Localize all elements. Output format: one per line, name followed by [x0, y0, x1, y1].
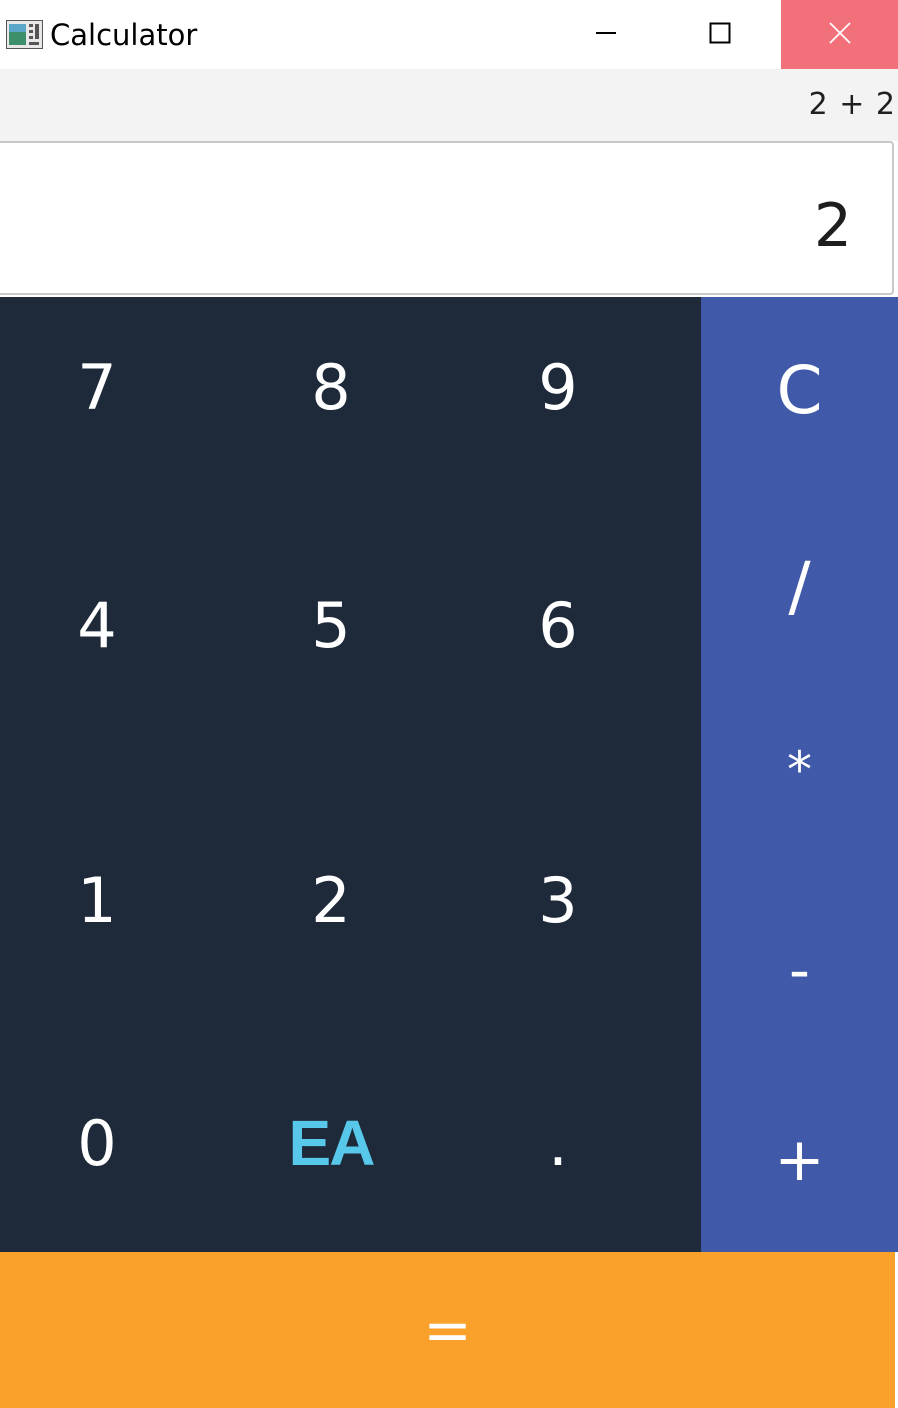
title-bar: Calculator — [0, 0, 898, 69]
calculator-app-icon — [6, 20, 43, 49]
operator-column: C / * - + — [701, 297, 898, 1252]
key-ea-logo[interactable]: EA — [214, 1053, 448, 1233]
close-button[interactable] — [781, 0, 898, 69]
divide-button[interactable]: / — [701, 493, 898, 679]
key-6[interactable]: 6 — [441, 535, 675, 715]
equals-button[interactable]: = — [0, 1252, 895, 1408]
key-7[interactable]: 7 — [0, 297, 214, 477]
key-2[interactable]: 2 — [214, 810, 448, 990]
minimize-button[interactable] — [560, 0, 652, 69]
subtract-button[interactable]: - — [701, 877, 898, 1063]
key-0[interactable]: 0 — [0, 1053, 214, 1233]
key-4[interactable]: 4 — [0, 535, 214, 715]
key-8[interactable]: 8 — [214, 297, 448, 477]
key-3[interactable]: 3 — [441, 810, 675, 990]
maximize-icon — [709, 22, 731, 48]
window-title: Calculator — [50, 18, 198, 52]
key-5[interactable]: 5 — [214, 535, 448, 715]
key-decimal[interactable]: . — [441, 1053, 675, 1233]
key-9[interactable]: 9 — [441, 297, 675, 477]
minimize-icon — [595, 22, 617, 48]
display-value: 2 — [813, 191, 852, 261]
key-1[interactable]: 1 — [0, 810, 214, 990]
multiply-button[interactable]: * — [701, 677, 898, 863]
history-bar: 2 + 2 — [0, 69, 898, 141]
result-display: 2 — [0, 141, 894, 295]
clear-button[interactable]: C — [701, 297, 898, 483]
maximize-button[interactable] — [674, 0, 766, 69]
number-keypad: 7 8 9 4 5 6 1 2 3 0 EA . — [0, 297, 701, 1252]
close-icon — [828, 21, 852, 49]
history-expression: 2 + 2 — [808, 87, 896, 122]
add-button[interactable]: + — [701, 1067, 898, 1253]
